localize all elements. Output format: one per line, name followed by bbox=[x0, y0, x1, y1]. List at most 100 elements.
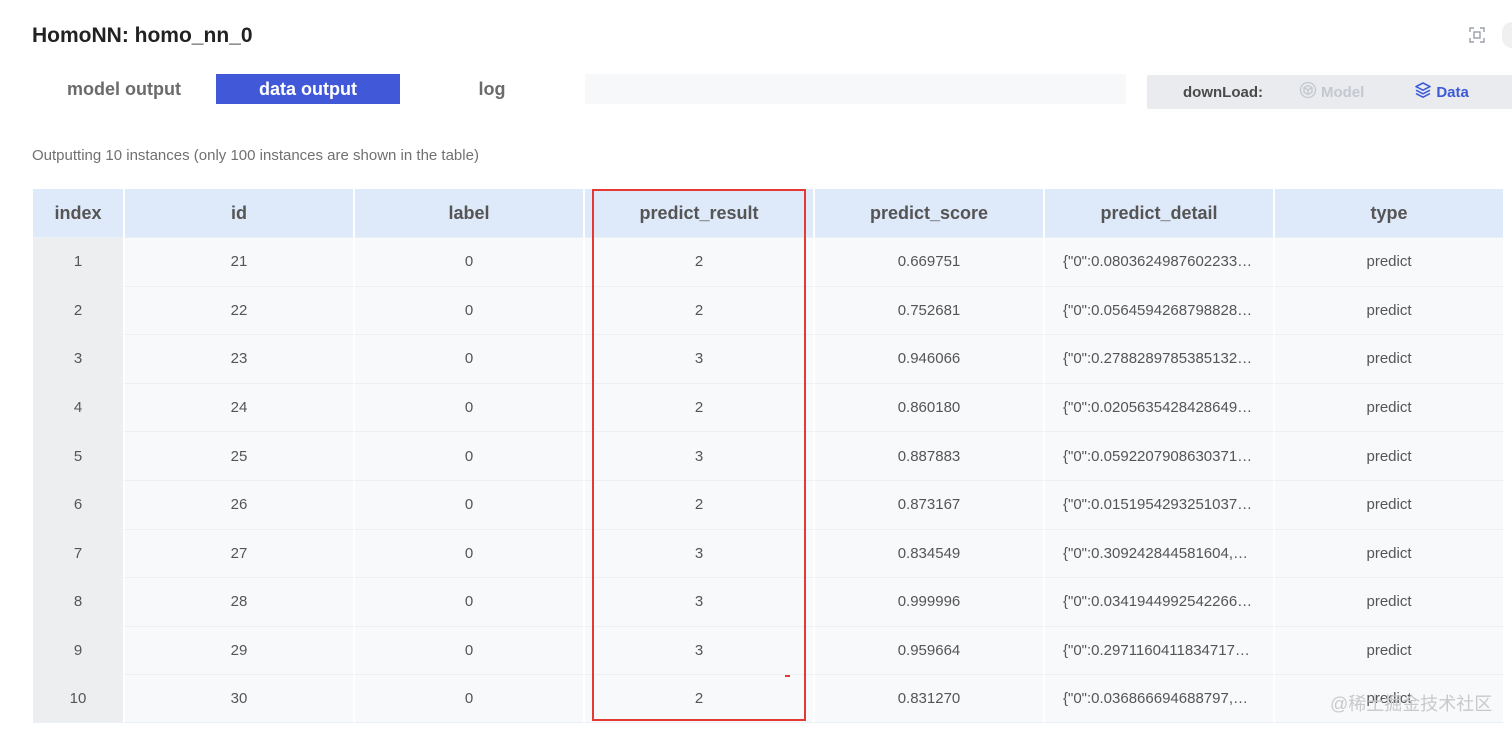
cell-predict-detail: {"0":0.0341944992542266… bbox=[1045, 577, 1275, 626]
cell-id: 22 bbox=[125, 285, 355, 335]
layers-icon bbox=[1414, 81, 1432, 103]
cell-predict-detail: {"0":0.0151954293251037… bbox=[1045, 479, 1275, 529]
cell-predict-result: 2 bbox=[585, 674, 815, 723]
tab-data-output[interactable]: data output bbox=[216, 74, 400, 104]
cell-predict-result: 3 bbox=[585, 577, 815, 626]
data-output-table: index id label predict_result predict_sc… bbox=[33, 189, 1505, 723]
cell-label: 0 bbox=[355, 479, 585, 529]
cell-type: predict bbox=[1275, 577, 1505, 626]
cell-predict-detail: {"0":0.036866694688797,… bbox=[1045, 674, 1275, 723]
cell-type: predict bbox=[1275, 479, 1505, 529]
cell-label: 0 bbox=[355, 528, 585, 578]
cell-index: 6 bbox=[33, 479, 125, 529]
cell-label: 0 bbox=[355, 431, 585, 480]
cell-type: predict bbox=[1275, 528, 1505, 578]
cell-predict-detail: {"0":0.309242844581604,… bbox=[1045, 528, 1275, 578]
cell-index: 2 bbox=[33, 285, 125, 335]
cell-predict-result: 2 bbox=[585, 237, 815, 286]
cell-type: predict bbox=[1275, 285, 1505, 335]
cell-predict-score: 0.999996 bbox=[815, 577, 1045, 626]
more-icon[interactable] bbox=[1502, 22, 1512, 48]
table-header-row: index id label predict_result predict_sc… bbox=[33, 189, 1505, 237]
cell-index: 8 bbox=[33, 577, 125, 626]
cell-predict-result: 2 bbox=[585, 382, 815, 432]
cell-id: 29 bbox=[125, 625, 355, 675]
cell-predict-score: 0.834549 bbox=[815, 528, 1045, 578]
cell-id: 30 bbox=[125, 674, 355, 723]
table-row[interactable]: 10 30 0 2 0.831270 {"0":0.036866694688797,… pr… bbox=[33, 674, 1505, 723]
cell-predict-score: 0.946066 bbox=[815, 334, 1045, 383]
output-summary: Outputting 10 instances (only 100 instan… bbox=[32, 147, 479, 164]
table-row[interactable]: 7 27 0 3 0.834549 {"0":0.309242844581604,… pre… bbox=[33, 528, 1505, 578]
annotation-mark bbox=[785, 675, 790, 677]
table-row[interactable]: 3 23 0 3 0.946066 {"0":0.2788289785385132… pre… bbox=[33, 334, 1505, 383]
cell-type: predict bbox=[1275, 382, 1505, 432]
cell-predict-score: 0.831270 bbox=[815, 674, 1045, 723]
download-label: downLoad: bbox=[1183, 83, 1263, 101]
cell-predict-score: 0.959664 bbox=[815, 625, 1045, 675]
fullscreen-icon[interactable] bbox=[1464, 22, 1490, 48]
cell-predict-detail: {"0":0.0803624987602233… bbox=[1045, 237, 1275, 286]
download-data-button[interactable]: Data bbox=[1414, 81, 1469, 103]
cell-index: 4 bbox=[33, 382, 125, 432]
cell-index: 1 bbox=[33, 237, 125, 286]
cell-id: 27 bbox=[125, 528, 355, 578]
cell-predict-result: 2 bbox=[585, 285, 815, 335]
table-row[interactable]: 5 25 0 3 0.887883 {"0":0.0592207908630371… pre… bbox=[33, 431, 1505, 480]
watermark: @稀土掘金技术社区 bbox=[1330, 694, 1493, 714]
cell-index: 3 bbox=[33, 334, 125, 383]
cell-id: 21 bbox=[125, 237, 355, 286]
column-header-id[interactable]: id bbox=[125, 189, 355, 237]
cell-predict-result: 3 bbox=[585, 528, 815, 578]
filter-bar[interactable] bbox=[585, 74, 1126, 104]
cell-type: predict bbox=[1275, 625, 1505, 675]
cell-index: 5 bbox=[33, 431, 125, 480]
download-model-button[interactable]: Model bbox=[1299, 81, 1364, 103]
cell-predict-detail: {"0":0.0205635428428649… bbox=[1045, 382, 1275, 432]
window-controls bbox=[1464, 22, 1512, 48]
cell-predict-score: 0.887883 bbox=[815, 431, 1045, 480]
cell-predict-detail: {"0":0.2788289785385132… bbox=[1045, 334, 1275, 383]
column-header-predict-detail[interactable]: predict_detail bbox=[1045, 189, 1275, 237]
table-row[interactable]: 1 21 0 2 0.669751 {"0":0.0803624987602233… pre… bbox=[33, 237, 1505, 286]
column-header-label[interactable]: label bbox=[355, 189, 585, 237]
cell-id: 26 bbox=[125, 479, 355, 529]
cell-id: 28 bbox=[125, 577, 355, 626]
cell-predict-score: 0.873167 bbox=[815, 479, 1045, 529]
table-row[interactable]: 9 29 0 3 0.959664 {"0":0.2971160411834717… pre… bbox=[33, 625, 1505, 675]
column-header-index[interactable]: index bbox=[33, 189, 125, 237]
cell-predict-score: 0.860180 bbox=[815, 382, 1045, 432]
cell-label: 0 bbox=[355, 285, 585, 335]
cell-type: predict bbox=[1275, 431, 1505, 480]
cell-predict-score: 0.669751 bbox=[815, 237, 1045, 286]
cell-predict-result: 3 bbox=[585, 431, 815, 480]
table-body: 1 21 0 2 0.669751 {"0":0.0803624987602233… pre… bbox=[33, 237, 1505, 723]
table-row[interactable]: 8 28 0 3 0.999996 {"0":0.0341944992542266… pre… bbox=[33, 577, 1505, 626]
cell-id: 25 bbox=[125, 431, 355, 480]
tab-log[interactable]: log bbox=[400, 74, 584, 104]
output-tabs: model output data output log bbox=[32, 74, 584, 104]
column-header-predict-score[interactable]: predict_score bbox=[815, 189, 1045, 237]
cell-predict-result: 3 bbox=[585, 334, 815, 383]
cell-index: 9 bbox=[33, 625, 125, 675]
cell-label: 0 bbox=[355, 674, 585, 723]
column-header-type[interactable]: type bbox=[1275, 189, 1505, 237]
cell-predict-detail: {"0":0.2971160411834717… bbox=[1045, 625, 1275, 675]
table-row[interactable]: 2 22 0 2 0.752681 {"0":0.0564594268798828… pre… bbox=[33, 285, 1505, 335]
cell-predict-detail: {"0":0.0592207908630371… bbox=[1045, 431, 1275, 480]
cell-label: 0 bbox=[355, 625, 585, 675]
column-header-predict-result[interactable]: predict_result bbox=[585, 189, 815, 237]
download-data-label: Data bbox=[1436, 83, 1469, 101]
cell-predict-result: 3 bbox=[585, 625, 815, 675]
table-row[interactable]: 4 24 0 2 0.860180 {"0":0.0205635428428649… pre… bbox=[33, 382, 1505, 432]
cube-icon bbox=[1299, 81, 1317, 103]
download-bar: downLoad: Model Data bbox=[1147, 75, 1512, 109]
cell-predict-detail: {"0":0.0564594268798828… bbox=[1045, 285, 1275, 335]
cell-label: 0 bbox=[355, 334, 585, 383]
tab-model-output[interactable]: model output bbox=[32, 74, 216, 104]
table-row[interactable]: 6 26 0 2 0.873167 {"0":0.0151954293251037… pre… bbox=[33, 479, 1505, 529]
cell-id: 23 bbox=[125, 334, 355, 383]
cell-type: predict bbox=[1275, 334, 1505, 383]
cell-index: 10 bbox=[33, 674, 125, 723]
download-model-label: Model bbox=[1320, 83, 1365, 101]
